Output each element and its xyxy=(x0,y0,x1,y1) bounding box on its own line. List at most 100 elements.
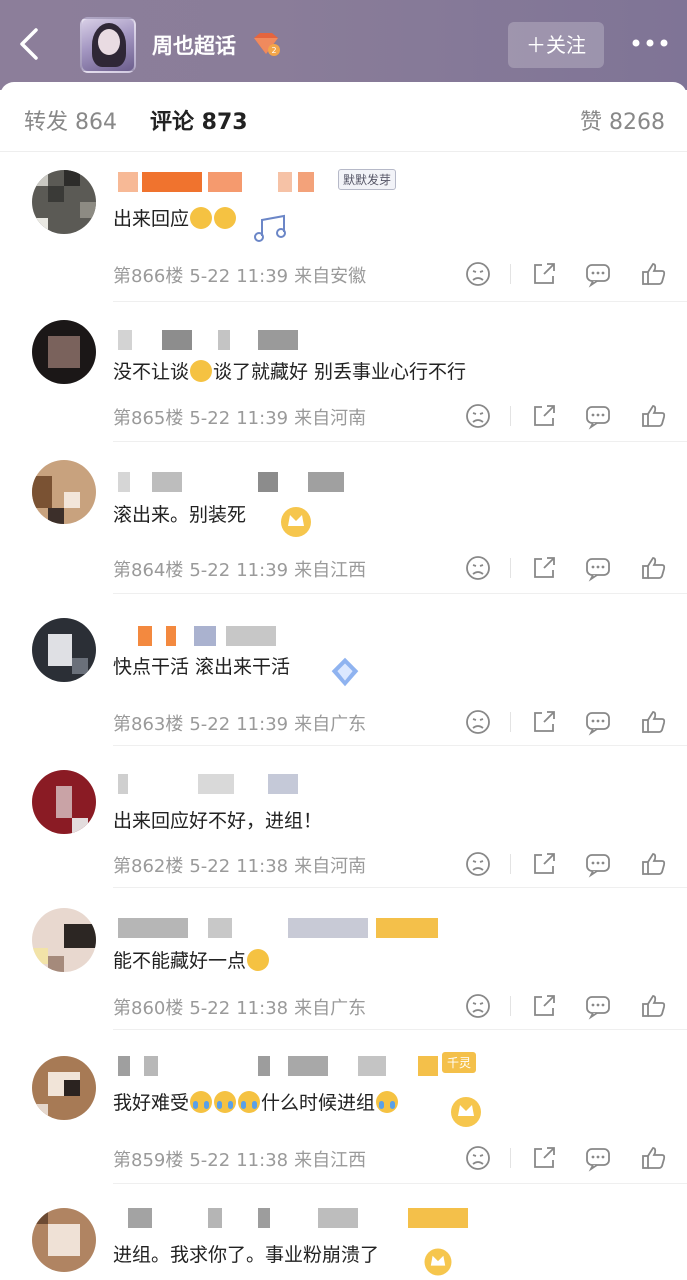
comment-meta: 第860楼 5-22 11:38 来自广东 xyxy=(113,998,367,1019)
comment-meta: 第863楼 5-22 11:39 来自广东 xyxy=(113,714,367,735)
comment-item: 没不让谈 谈了就藏好 别丢事业心行不行 第865楼 5-22 11:39 来自河南 xyxy=(0,302,687,442)
like-thumb-icon[interactable] xyxy=(640,260,668,288)
crown-medal-icon xyxy=(424,1248,452,1276)
level-badge-icon: 2 xyxy=(254,33,280,56)
comment-meta: 第865楼 5-22 11:39 来自河南 xyxy=(113,408,367,429)
share-icon[interactable] xyxy=(530,554,558,582)
comment-item: 出来回应好不好，进组！ 第862楼 5-22 11:38 来自河南 xyxy=(0,746,687,888)
reply-bubble-icon[interactable] xyxy=(584,554,612,582)
dislike-face-icon[interactable] xyxy=(464,260,492,288)
share-icon[interactable] xyxy=(530,1144,558,1172)
avatar[interactable] xyxy=(32,770,96,834)
comment-text: 滚出来。别装死 xyxy=(113,504,247,526)
crying-emoji-icon xyxy=(190,1091,213,1113)
comment-item: 默默发芽 出来回应 第866楼 5-22 11:39 来自安徽 xyxy=(0,152,687,302)
comment-item: 快点干活 滚出来干活 第863楼 5-22 11:39 来自广东 xyxy=(0,594,687,746)
diamond-medal-icon xyxy=(331,657,359,687)
share-icon[interactable] xyxy=(530,992,558,1020)
crying-emoji-icon xyxy=(214,1091,237,1113)
avatar[interactable] xyxy=(32,460,96,524)
comment-text: 快点干活 滚出来干活 xyxy=(113,656,291,678)
avatar[interactable] xyxy=(32,170,96,234)
dislike-face-icon[interactable] xyxy=(464,708,492,736)
comment-meta: 第862楼 5-22 11:38 来自河南 xyxy=(113,856,367,877)
dislike-face-icon[interactable] xyxy=(464,992,492,1020)
comment-actions xyxy=(460,1144,680,1172)
comment-text: 出来回应好不好，进组！ xyxy=(113,810,323,832)
share-icon[interactable] xyxy=(530,402,558,430)
laughing-emoji-icon xyxy=(247,949,270,971)
comment-item: 能不能藏好一点 第860楼 5-22 11:38 来自广东 xyxy=(0,888,687,1030)
svg-text:2: 2 xyxy=(271,46,276,55)
follow-button[interactable]: ＋关注 xyxy=(508,22,604,68)
more-dots-icon[interactable] xyxy=(628,28,672,58)
comment-actions xyxy=(460,402,680,430)
like-thumb-icon[interactable] xyxy=(640,992,668,1020)
comment-text: 出来回应 xyxy=(113,204,237,231)
top-nav-bar: 周也超话 2 ＋关注 xyxy=(0,0,687,90)
username-blurred[interactable] xyxy=(118,472,418,494)
reply-bubble-icon[interactable] xyxy=(584,850,612,878)
username-blurred[interactable] xyxy=(118,330,418,352)
thinking-emoji-icon xyxy=(190,360,213,382)
avatar[interactable] xyxy=(32,1208,96,1272)
comment-text: 进组。我求你了。事业粉崩溃了 xyxy=(113,1244,380,1266)
comment-text: 我好难受 什么时候进组 xyxy=(113,1088,399,1115)
username-blurred[interactable] xyxy=(118,1208,468,1230)
share-icon[interactable] xyxy=(530,850,558,878)
music-note-icon xyxy=(254,214,286,242)
comment-actions xyxy=(460,708,680,736)
topic-avatar[interactable] xyxy=(80,17,136,73)
avatar[interactable] xyxy=(32,320,96,384)
crying-emoji-icon xyxy=(238,1091,261,1113)
username-blurred[interactable] xyxy=(118,1056,438,1078)
username-blurred[interactable] xyxy=(118,774,418,796)
reply-bubble-icon[interactable] xyxy=(584,260,612,288)
comment-actions xyxy=(460,554,680,582)
like-thumb-icon[interactable] xyxy=(640,1144,668,1172)
tab-repost[interactable]: 转发 864 xyxy=(24,104,117,136)
dislike-face-icon[interactable] xyxy=(464,1144,492,1172)
reply-bubble-icon[interactable] xyxy=(584,708,612,736)
share-icon[interactable] xyxy=(530,260,558,288)
comment-text: 能不能藏好一点 xyxy=(113,946,270,973)
crown-medal-icon xyxy=(281,507,311,537)
comment-actions xyxy=(460,850,680,878)
tab-comment[interactable]: 评论 873 xyxy=(150,104,248,136)
comment-item: 滚出来。别装死 第864楼 5-22 11:39 来自江西 xyxy=(0,442,687,594)
dislike-face-icon[interactable] xyxy=(464,850,492,878)
share-icon[interactable] xyxy=(530,708,558,736)
hug-emoji-icon xyxy=(190,207,213,229)
like-thumb-icon[interactable] xyxy=(640,708,668,736)
user-tag: 默默发芽 xyxy=(338,169,397,190)
dislike-face-icon[interactable] xyxy=(464,554,492,582)
comment-item: 千灵 我好难受 什么时候进组 第859楼 5-22 11:38 来自江西 xyxy=(0,1030,687,1184)
reply-bubble-icon[interactable] xyxy=(584,992,612,1020)
comment-text: 没不让谈 谈了就藏好 别丢事业心行不行 xyxy=(113,360,467,383)
comment-meta: 第864楼 5-22 11:39 来自江西 xyxy=(113,560,367,581)
username-blurred[interactable] xyxy=(118,918,438,940)
comment-actions xyxy=(460,992,680,1020)
comment-meta: 第859楼 5-22 11:38 来自江西 xyxy=(113,1150,367,1171)
user-tag: 千灵 xyxy=(442,1052,477,1073)
tab-like[interactable]: 赞 8268 xyxy=(580,104,665,136)
avatar[interactable] xyxy=(32,618,96,682)
topic-title[interactable]: 周也超话 xyxy=(152,30,236,60)
like-thumb-icon[interactable] xyxy=(640,554,668,582)
like-thumb-icon[interactable] xyxy=(640,402,668,430)
comment-item: 进组。我求你了。事业粉崩溃了 xyxy=(0,1184,687,1280)
avatar[interactable] xyxy=(32,1056,96,1120)
chevron-left-icon[interactable] xyxy=(14,22,44,66)
avatar[interactable] xyxy=(32,908,96,972)
comment-meta: 第866楼 5-22 11:39 来自安徽 xyxy=(113,266,367,287)
like-thumb-icon[interactable] xyxy=(640,850,668,878)
reply-bubble-icon[interactable] xyxy=(584,402,612,430)
username-blurred[interactable] xyxy=(118,626,418,648)
engagement-tabs: 转发 864 评论 873 赞 8268 xyxy=(0,82,687,152)
comment-actions xyxy=(460,260,680,288)
dislike-face-icon[interactable] xyxy=(464,402,492,430)
reply-bubble-icon[interactable] xyxy=(584,1144,612,1172)
hug-emoji-icon xyxy=(214,207,237,229)
crown-medal-icon xyxy=(451,1097,481,1127)
crying-emoji-icon xyxy=(376,1091,399,1113)
